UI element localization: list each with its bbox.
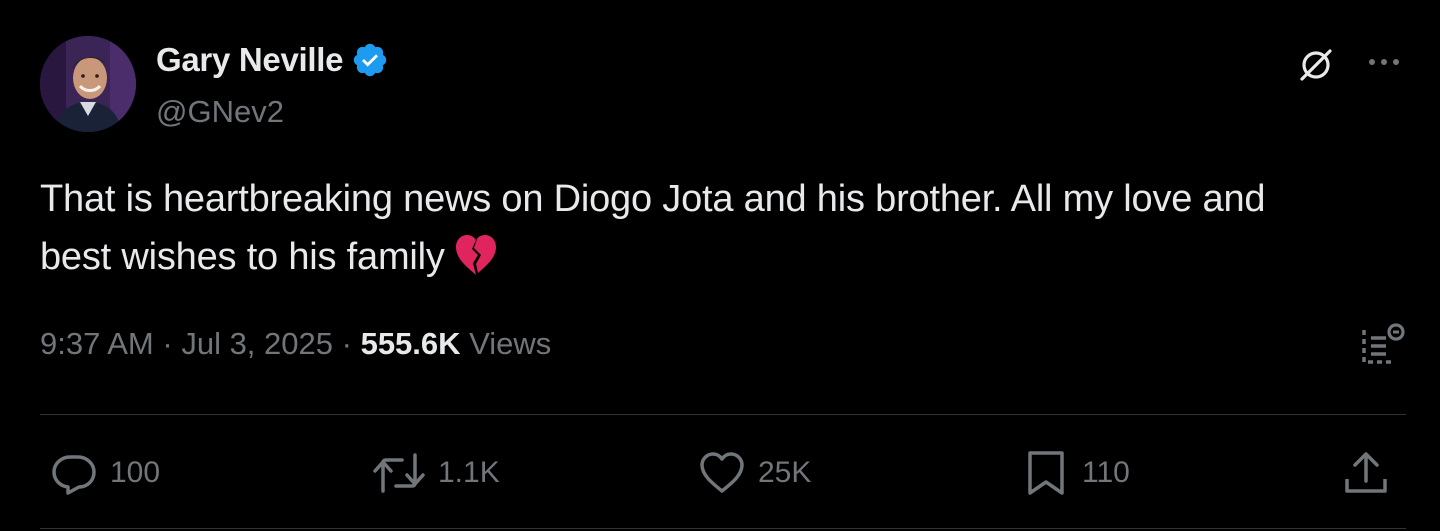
grok-icon (1300, 49, 1332, 81)
tweet-text: That is heartbreaking news on Diogo Jota… (40, 170, 1420, 286)
more-options-button[interactable] (1364, 48, 1404, 76)
retweet-icon (373, 453, 425, 493)
bookmark-count: 110 (1082, 456, 1130, 489)
tweet-text-line-2: best wishes to his family (40, 236, 445, 278)
tweet-meta: 9:37 AM · Jul 3, 2025 · 555.6K Views (40, 326, 551, 362)
grok-button[interactable] (1296, 44, 1336, 84)
avatar[interactable] (40, 36, 136, 132)
tweet-time[interactable]: 9:37 AM (40, 326, 154, 361)
author-name-row[interactable]: Gary Neville (156, 41, 389, 79)
author-handle[interactable]: @GNev2 (156, 94, 284, 130)
analytics-button[interactable] (1358, 320, 1406, 368)
divider (40, 414, 1406, 415)
meta-separator: · (162, 326, 173, 361)
reply-icon (52, 455, 96, 495)
views-count: 555.6K (360, 326, 461, 361)
verified-badge-icon[interactable] (351, 41, 389, 79)
like-button[interactable]: 25K (698, 440, 811, 506)
reply-button[interactable]: 100 (50, 440, 160, 506)
avatar-photo-icon (40, 36, 136, 132)
like-count: 25K (758, 456, 812, 489)
action-bar: 100 1.1K 25K 110 (0, 440, 1440, 506)
meta-separator: · (341, 326, 352, 361)
tweet: Gary Neville @GNev2 That is heartbreakin… (0, 0, 1440, 531)
heart-icon (700, 452, 744, 493)
bookmark-icon (1028, 451, 1064, 495)
analytics-icon (1362, 323, 1405, 364)
author-display-name[interactable]: Gary Neville (156, 41, 343, 79)
bookmark-button[interactable]: 110 (1022, 440, 1130, 506)
more-icon (1369, 59, 1399, 65)
bottom-divider (40, 528, 1406, 529)
share-button[interactable] (1342, 440, 1390, 506)
retweet-button[interactable]: 1.1K (372, 440, 500, 506)
retweet-count: 1.1K (438, 456, 500, 489)
views-label: Views (469, 326, 552, 361)
tweet-text-line-2-row: best wishes to his family (40, 228, 1420, 286)
tweet-text-line-1: That is heartbreaking news on Diogo Jota… (40, 178, 1266, 220)
tweet-date[interactable]: Jul 3, 2025 (181, 326, 333, 361)
broken-heart-icon (453, 233, 499, 277)
reply-count: 100 (110, 456, 161, 489)
share-icon (1345, 452, 1387, 493)
